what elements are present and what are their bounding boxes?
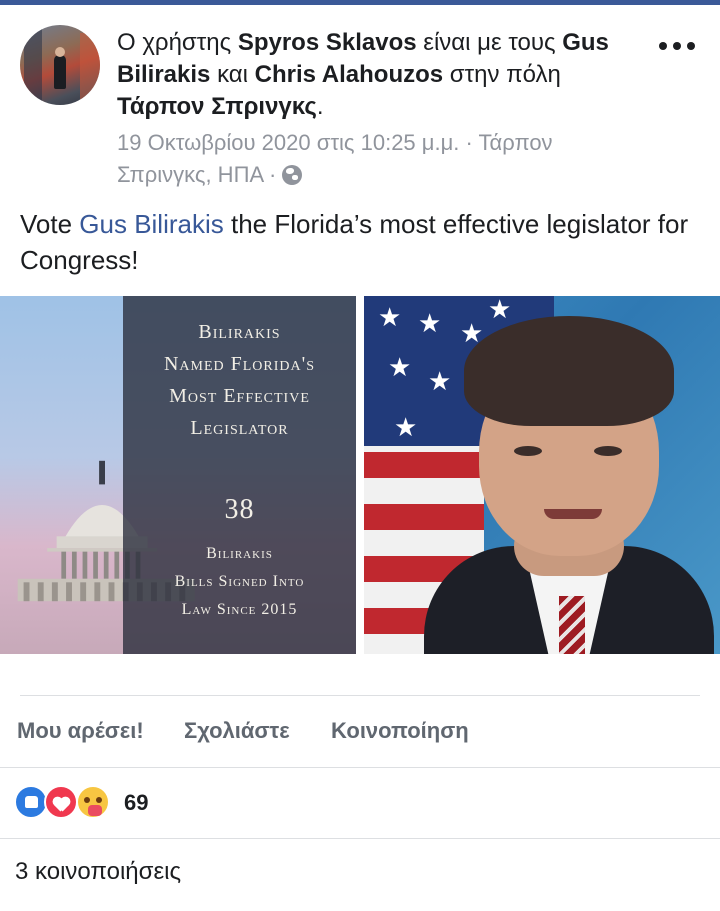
infographic-line-3: Most Effective [169,385,310,407]
love-icon [44,785,78,819]
more-options-icon [659,42,667,50]
star-icon: ★ [488,296,512,324]
portrait-mouth [544,509,602,519]
post-photo-left[interactable]: Bilirakis Named Florida's Most Effective… [0,296,356,654]
portrait-eye-right [594,446,622,456]
more-options-icon-dot-2 [673,42,681,50]
author-name-link[interactable]: Spyros Sklavos [238,29,417,56]
portrait-hair [464,316,674,426]
more-options-icon-dot-3 [687,42,695,50]
star-icon: ★ [394,412,418,442]
globe-icon[interactable] [282,165,303,185]
portrait-tie [559,596,585,654]
care-icon [76,785,110,819]
avatar-building-right [80,33,100,105]
meta-separator-2: · [262,162,283,187]
location-prefix: στην πόλη [449,61,561,88]
star-icon: ★ [428,366,452,396]
comment-button[interactable]: Σχολιάστε [184,714,290,748]
post-text-before: Vote [20,209,80,239]
more-options-button[interactable] [657,36,697,56]
star-icon: ★ [378,302,402,332]
author-avatar[interactable] [20,25,100,105]
avatar-person-figure [54,55,66,89]
infographic-headline: Bilirakis Named Florida's Most Effective… [123,316,356,444]
like-button[interactable]: Μου αρέσει! [17,714,144,748]
star-icon: ★ [418,308,442,338]
avatar-person-head [55,47,65,57]
infographic-line-2: Named Florida's [163,353,316,375]
top-accent-bar [0,0,720,5]
share-count-link[interactable]: 3 κοινοποιήσεις [15,855,181,889]
and-text: και [217,61,248,88]
star-icon: ★ [388,352,412,382]
avatar-building-left [24,25,42,105]
portrait-eye-left [514,446,542,456]
reaction-count: 69 [124,790,149,815]
divider [0,838,720,839]
infographic-line-7: Law Since 2015 [181,601,298,618]
post-actions-bar: Μου αρέσει! Σχολιάστε Κοινοποίηση [0,714,720,750]
like-icon [14,785,48,819]
post-timestamp-link[interactable]: 19 Οκτωβρίου 2020 στις 10:25 μ.μ. [117,130,459,155]
infographic-line-1: Bilirakis [198,321,281,343]
header-period: . [316,93,324,120]
post-text-mention-link[interactable]: Gus Bilirakis [79,209,223,239]
author-prefix: Ο χρήστης [117,29,232,56]
share-button[interactable]: Κοινοποίηση [331,714,469,748]
post-body: Vote Gus Bilirakis the Florida’s most ef… [20,206,700,278]
post-header: Ο χρήστης Spyros Sklavos είναι με τους G… [117,27,647,123]
infographic-line-6: Bills Signed Into [174,573,305,590]
infographic-line-5: Bilirakis [206,545,273,562]
infographic-number: 38 [224,494,255,525]
tagged-user-2-link[interactable]: Chris Alahouzos [255,61,443,88]
divider [20,695,700,696]
infographic-line-4: Legislator [190,417,289,439]
post-meta: 19 Οκτωβρίου 2020 στις 10:25 μ.μ. · Τάρπ… [117,127,617,191]
post-photo-right[interactable]: ★ ★ ★ ★ ★ ★ ★ [364,296,720,654]
divider [0,767,720,768]
meta-separator: · [459,130,479,155]
infographic-subtext: Bilirakis Bills Signed Into Law Since 20… [123,540,356,624]
location-link[interactable]: Τάρπον Σπρινγκς [117,93,317,120]
with-text: είναι με τους [423,29,556,56]
